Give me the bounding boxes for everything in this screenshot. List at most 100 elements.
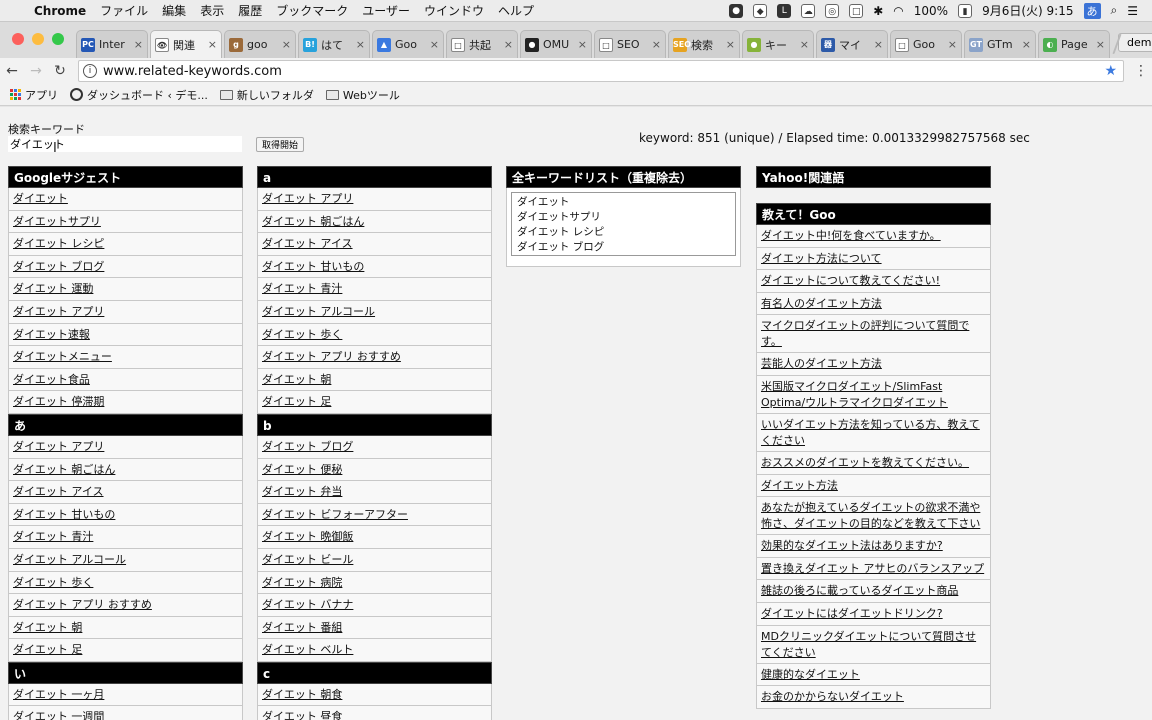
browser-tab[interactable]: ● OMU × — [520, 30, 592, 58]
keyword-link[interactable]: ダイエット 晩御飯 — [262, 530, 353, 543]
keyword-link[interactable]: ダイエット ビール — [262, 553, 353, 566]
bookmark-web-tools[interactable]: Webツール — [325, 87, 400, 103]
creative-cloud-icon[interactable]: ◎ — [825, 3, 840, 18]
tab-close-icon[interactable]: × — [504, 38, 513, 51]
browser-tab[interactable]: 👁 関連 × — [150, 30, 222, 58]
keyword-link[interactable]: ダイエット 青汁 — [13, 530, 93, 543]
keyword-link[interactable]: ダイエット 甘いもの — [262, 260, 364, 273]
cloud-icon[interactable]: ☁ — [801, 3, 816, 18]
profile-button[interactable]: demo — [1118, 33, 1152, 52]
keyword-link[interactable]: ダイエット アプリ — [13, 440, 104, 453]
menu-history[interactable]: 履歴 — [238, 2, 262, 19]
menu-window[interactable]: ウインドウ — [424, 2, 484, 19]
tab-close-icon[interactable]: × — [430, 38, 439, 51]
keyword-link[interactable]: ダイエット アプリ — [13, 305, 104, 318]
keyword-link[interactable]: ダイエット 朝 — [262, 373, 331, 386]
tab-close-icon[interactable]: × — [356, 38, 365, 51]
related-question-link[interactable]: マイクロダイエットの評判について質問です。 — [761, 319, 969, 348]
bluetooth-icon[interactable]: ✱ — [873, 4, 883, 18]
related-question-link[interactable]: あなたが抱えているダイエットの欲求不満や怖さ、ダイエットの目的などを教えて下さい — [761, 501, 980, 530]
keyword-link[interactable]: ダイエット 歩く — [13, 576, 93, 589]
reload-icon[interactable]: ↻ — [48, 63, 72, 79]
app-menu[interactable]: Chrome — [34, 4, 86, 18]
keyword-link[interactable]: ダイエット 朝ごはん — [13, 463, 115, 476]
browser-tab[interactable]: ▲ Goo × — [372, 30, 444, 58]
keyword-link[interactable]: ダイエットサプリ — [13, 215, 101, 228]
keyword-link[interactable]: ダイエット 一週間 — [13, 710, 104, 720]
spotlight-icon[interactable]: ⌕ — [1111, 3, 1118, 18]
browser-tab[interactable]: SEO 検索 × — [668, 30, 740, 58]
keyword-link[interactable]: ダイエット 停滞期 — [13, 395, 104, 408]
keyword-link[interactable]: ダイエット 朝 — [13, 621, 82, 634]
wifi-icon[interactable]: ◠ — [893, 4, 903, 18]
tab-close-icon[interactable]: × — [948, 38, 957, 51]
keyword-link[interactable]: ダイエット 青汁 — [262, 282, 342, 295]
browser-tab[interactable]: PC Inter × — [76, 30, 148, 58]
keyword-link[interactable]: ダイエットメニュー — [13, 350, 112, 363]
keyword-link[interactable]: ダイエット 甘いもの — [13, 508, 115, 521]
related-question-link[interactable]: 効果的なダイエット法はありますか? — [761, 539, 943, 552]
keyword-link[interactable]: ダイエット アイス — [262, 237, 353, 250]
tab-close-icon[interactable]: × — [726, 38, 735, 51]
forward-icon[interactable]: → — [24, 63, 48, 79]
keyword-link[interactable]: ダイエット アルコール — [262, 305, 375, 318]
dropbox-icon[interactable]: ◆ — [753, 3, 768, 18]
browser-tab[interactable]: 器マイ × — [816, 30, 888, 58]
related-question-link[interactable]: ダイエット方法 — [761, 479, 838, 492]
keyword-link[interactable]: ダイエット 足 — [262, 395, 331, 408]
back-icon[interactable]: ← — [0, 63, 24, 79]
clock[interactable]: 9月6日(火) 9:15 — [982, 2, 1073, 19]
close-window-button[interactable] — [12, 33, 24, 45]
keyword-link[interactable]: ダイエット 番組 — [262, 621, 342, 634]
tab-close-icon[interactable]: × — [800, 38, 809, 51]
notification-center-icon[interactable]: ☰ — [1127, 4, 1138, 18]
all-keywords-textarea[interactable] — [511, 192, 736, 256]
related-question-link[interactable]: 有名人のダイエット方法 — [761, 297, 882, 310]
keyword-link[interactable]: ダイエット ブログ — [262, 440, 353, 453]
keyword-link[interactable]: ダイエット — [13, 192, 68, 205]
related-question-link[interactable]: ダイエット方法について — [761, 252, 882, 265]
keyword-link[interactable]: ダイエット レシピ — [13, 237, 104, 250]
tab-close-icon[interactable]: × — [134, 38, 143, 51]
related-question-link[interactable]: 米国版マイクロダイエット/SlimFast Optima/ウルトラマイクロダイエ… — [761, 380, 948, 409]
related-question-link[interactable]: 雑誌の後ろに載っているダイエット商品 — [761, 584, 958, 597]
keyword-link[interactable]: ダイエット アルコール — [13, 553, 126, 566]
keyword-link[interactable]: ダイエット アイス — [13, 485, 104, 498]
start-fetch-button[interactable]: 取得開始 — [256, 137, 305, 152]
tab-close-icon[interactable]: × — [652, 38, 661, 51]
keyword-link[interactable]: ダイエット 運動 — [13, 282, 93, 295]
keyword-link[interactable]: ダイエット ブログ — [13, 260, 104, 273]
keyword-link[interactable]: ダイエット 病院 — [262, 576, 342, 589]
tab-close-icon[interactable]: × — [282, 38, 291, 51]
record-icon[interactable]: ● — [729, 3, 744, 18]
related-question-link[interactable]: MDクリニックダイエットについて質問させてください — [761, 630, 976, 659]
keyword-link[interactable]: ダイエット 朝食 — [262, 688, 342, 701]
keyword-link[interactable]: ダイエット ビフォーアフター — [262, 508, 408, 521]
bookmark-dashboard[interactable]: ダッシュボード ‹ デモ... — [70, 87, 208, 103]
info-icon[interactable]: i — [83, 64, 97, 78]
keyword-link[interactable]: ダイエット 昼食 — [262, 710, 342, 720]
tab-close-icon[interactable]: × — [1022, 38, 1031, 51]
battery-icon[interactable]: ▮ — [958, 3, 973, 18]
related-question-link[interactable]: 芸能人のダイエット方法 — [761, 357, 882, 370]
tab-close-icon[interactable]: × — [208, 38, 217, 51]
related-question-link[interactable]: お金のかからないダイエット — [761, 690, 904, 703]
menu-bookmarks[interactable]: ブックマーク — [276, 2, 348, 19]
keyword-link[interactable]: ダイエット 一ヶ月 — [13, 688, 104, 701]
keyword-input[interactable] — [8, 136, 242, 152]
bookmark-apps[interactable]: アプリ — [10, 87, 58, 103]
bookmark-new-folder[interactable]: 新しいフォルダ — [219, 87, 314, 103]
zoom-window-button[interactable] — [52, 33, 64, 45]
menu-edit[interactable]: 編集 — [162, 2, 186, 19]
bookmark-star-icon[interactable]: ★ — [1104, 63, 1117, 79]
keyword-link[interactable]: ダイエット 朝ごはん — [262, 215, 364, 228]
related-question-link[interactable]: 置き換えダイエット アサヒのバランスアップ — [761, 562, 984, 575]
menu-view[interactable]: 表示 — [200, 2, 224, 19]
keyword-link[interactable]: ダイエット アプリ おすすめ — [262, 350, 401, 363]
address-bar[interactable]: i www.related-keywords.com ★ — [78, 60, 1124, 82]
keyword-link[interactable]: ダイエット食品 — [13, 373, 90, 386]
tab-close-icon[interactable]: × — [874, 38, 883, 51]
related-question-link[interactable]: ダイエット中!何を食べていますか。 — [761, 229, 941, 242]
keyword-link[interactable]: ダイエット ベルト — [262, 643, 353, 656]
menu-help[interactable]: ヘルプ — [498, 2, 534, 19]
